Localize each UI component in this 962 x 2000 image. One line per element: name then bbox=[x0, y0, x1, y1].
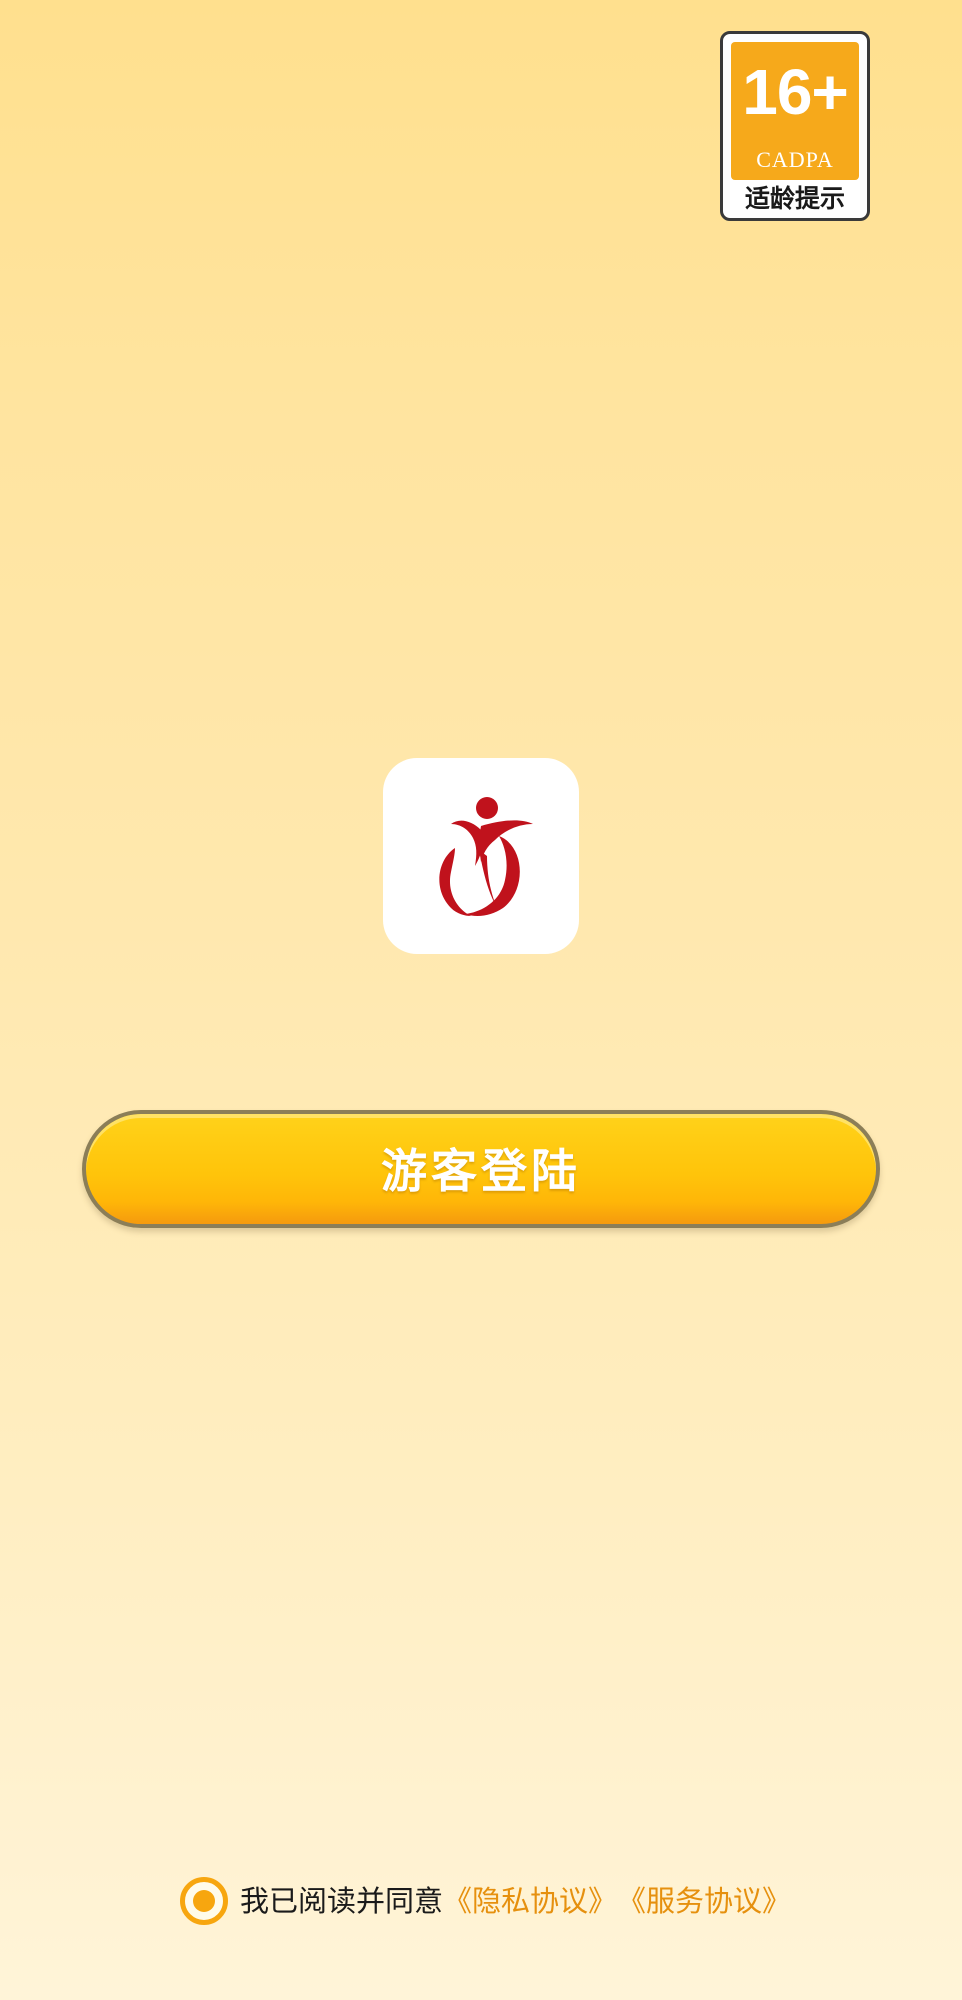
age-rating-number: 16+ bbox=[742, 56, 849, 128]
agreement-radio[interactable] bbox=[180, 1877, 228, 1925]
age-rating-org: CADPA bbox=[756, 147, 834, 172]
app-logo-icon bbox=[439, 797, 533, 916]
service-agreement-link[interactable]: 《服务协议》 bbox=[617, 1881, 791, 1921]
app-logo bbox=[383, 758, 579, 954]
privacy-policy-link[interactable]: 《隐私协议》 bbox=[443, 1881, 617, 1921]
agreement-radio-dot bbox=[193, 1890, 215, 1912]
agreement-text: 我已阅读并同意 bbox=[240, 1884, 444, 1918]
guest-login-button[interactable]: 游客登陆 bbox=[82, 1110, 880, 1228]
guest-login-label: 游客登陆 bbox=[381, 1144, 581, 1198]
age-rating-note: 适龄提示 bbox=[744, 184, 845, 213]
agreement-row: 我已阅读并同意 《隐私协议》 《服务协议》 bbox=[180, 1877, 791, 1925]
age-rating-panel: 16+ CADPA bbox=[731, 42, 859, 180]
age-rating-badge: 16+ CADPA 适龄提示 bbox=[720, 31, 870, 221]
